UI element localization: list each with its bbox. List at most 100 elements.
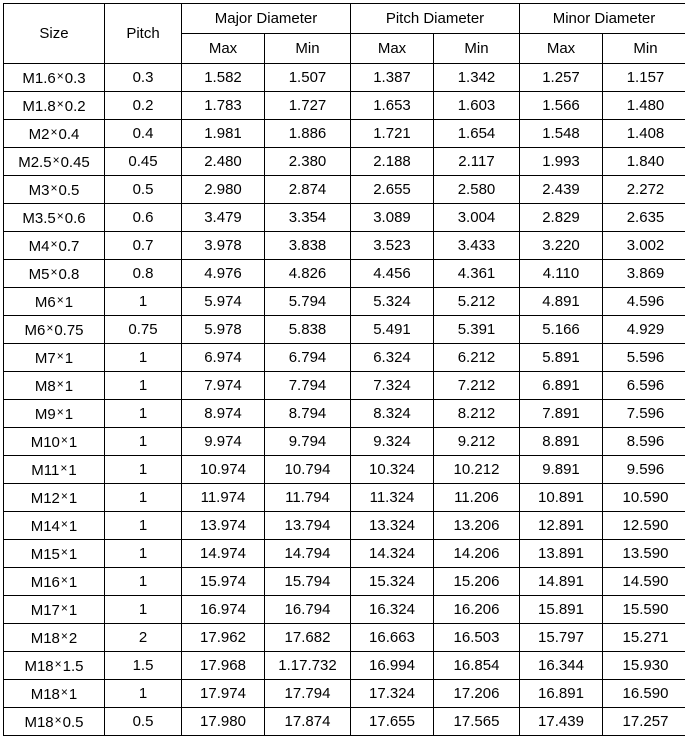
- cell-major-max: 1.981: [182, 120, 265, 148]
- size-pitch-value: 1: [69, 547, 77, 562]
- multiplication-sign-icon: ×: [56, 377, 65, 391]
- cell-minor-min: 10.590: [603, 484, 685, 512]
- cell-major-max: 8.974: [182, 400, 265, 428]
- cell-minor-max: 1.566: [520, 92, 603, 120]
- cell-major-max: 14.974: [182, 540, 265, 568]
- cell-minor-min: 12.590: [603, 512, 685, 540]
- cell-major-min: 5.794: [265, 288, 351, 316]
- header-row-groups: Size Pitch Major Diameter Pitch Diameter…: [4, 4, 685, 34]
- cell-major-min: 6.794: [265, 344, 351, 372]
- cell-minor-max: 3.220: [520, 232, 603, 260]
- cell-major-max: 1.582: [182, 64, 265, 92]
- cell-minor-min: 14.590: [603, 568, 685, 596]
- cell-size: M10×1: [4, 428, 105, 456]
- cell-pitch-min: 6.212: [434, 344, 520, 372]
- column-header-minor-diameter: Minor Diameter: [520, 4, 685, 34]
- cell-minor-min: 3.002: [603, 232, 685, 260]
- table-row: M3×0.50.52.9802.8742.6552.5802.4392.272: [4, 176, 685, 204]
- cell-minor-min: 1.157: [603, 64, 685, 92]
- multiplication-sign-icon: ×: [49, 181, 58, 195]
- cell-minor-min: 6.596: [603, 372, 685, 400]
- cell-minor-min: 8.596: [603, 428, 685, 456]
- cell-pitch: 1.5: [105, 652, 182, 680]
- size-designation: M6: [35, 295, 56, 310]
- cell-major-max: 11.974: [182, 484, 265, 512]
- cell-pitch: 1: [105, 344, 182, 372]
- cell-pitch-max: 1.721: [351, 120, 434, 148]
- table-row: M18×1117.97417.79417.32417.20616.89116.5…: [4, 680, 685, 708]
- cell-size: M17×1: [4, 596, 105, 624]
- table-row: M8×117.9747.7947.3247.2126.8916.596: [4, 372, 685, 400]
- cell-pitch-max: 5.324: [351, 288, 434, 316]
- cell-major-max: 7.974: [182, 372, 265, 400]
- cell-major-min: 9.794: [265, 428, 351, 456]
- size-designation: M18: [24, 659, 53, 674]
- cell-pitch-max: 14.324: [351, 540, 434, 568]
- size-pitch-value: 1: [65, 351, 73, 366]
- cell-minor-min: 15.271: [603, 624, 685, 652]
- table-row: M3.5×0.60.63.4793.3543.0893.0042.8292.63…: [4, 204, 685, 232]
- cell-pitch-max: 17.655: [351, 708, 434, 736]
- multiplication-sign-icon: ×: [49, 125, 58, 139]
- cell-pitch: 0.4: [105, 120, 182, 148]
- cell-pitch: 2: [105, 624, 182, 652]
- size-pitch-value: 0.4: [59, 127, 80, 142]
- cell-pitch: 1: [105, 400, 182, 428]
- size-designation: M1.6: [22, 71, 55, 86]
- cell-pitch-min: 2.117: [434, 148, 520, 176]
- cell-minor-max: 1.993: [520, 148, 603, 176]
- size-designation: M11: [31, 463, 59, 478]
- multiplication-sign-icon: ×: [56, 293, 65, 307]
- cell-minor-min: 17.257: [603, 708, 685, 736]
- cell-size: M12×1: [4, 484, 105, 512]
- cell-major-min: 11.794: [265, 484, 351, 512]
- column-header-pitch-min: Min: [434, 34, 520, 64]
- cell-minor-max: 5.166: [520, 316, 603, 344]
- cell-pitch-max: 16.994: [351, 652, 434, 680]
- cell-size: M6×1: [4, 288, 105, 316]
- cell-pitch-min: 14.206: [434, 540, 520, 568]
- cell-size: M3×0.5: [4, 176, 105, 204]
- cell-pitch-min: 7.212: [434, 372, 520, 400]
- size-pitch-value: 0.75: [54, 323, 83, 338]
- table-row: M1.6×0.30.31.5821.5071.3871.3421.2571.15…: [4, 64, 685, 92]
- multiplication-sign-icon: ×: [60, 433, 69, 447]
- table-row: M18×2217.96217.68216.66316.50315.79715.2…: [4, 624, 685, 652]
- cell-minor-max: 4.110: [520, 260, 603, 288]
- cell-minor-max: 1.257: [520, 64, 603, 92]
- cell-minor-min: 1.480: [603, 92, 685, 120]
- cell-pitch-min: 16.503: [434, 624, 520, 652]
- cell-pitch-min: 5.391: [434, 316, 520, 344]
- cell-pitch-min: 16.854: [434, 652, 520, 680]
- cell-pitch: 1: [105, 568, 182, 596]
- size-designation: M3: [29, 183, 50, 198]
- table-row: M15×1114.97414.79414.32414.20613.89113.5…: [4, 540, 685, 568]
- multiplication-sign-icon: ×: [60, 489, 69, 503]
- multiplication-sign-icon: ×: [59, 461, 68, 475]
- cell-major-max: 2.480: [182, 148, 265, 176]
- multiplication-sign-icon: ×: [60, 629, 69, 643]
- size-designation: M16: [31, 575, 60, 590]
- multiplication-sign-icon: ×: [60, 517, 69, 531]
- cell-size: M18×2: [4, 624, 105, 652]
- cell-major-min: 17.874: [265, 708, 351, 736]
- cell-pitch-max: 4.456: [351, 260, 434, 288]
- cell-major-max: 3.479: [182, 204, 265, 232]
- cell-pitch-max: 17.324: [351, 680, 434, 708]
- cell-pitch: 1: [105, 596, 182, 624]
- cell-minor-min: 16.590: [603, 680, 685, 708]
- cell-minor-max: 10.891: [520, 484, 603, 512]
- cell-major-max: 16.974: [182, 596, 265, 624]
- cell-pitch-min: 17.206: [434, 680, 520, 708]
- cell-minor-min: 15.590: [603, 596, 685, 624]
- cell-minor-min: 3.869: [603, 260, 685, 288]
- size-pitch-value: 1: [69, 491, 77, 506]
- cell-major-max: 17.968: [182, 652, 265, 680]
- cell-pitch: 0.5: [105, 708, 182, 736]
- cell-pitch-max: 2.188: [351, 148, 434, 176]
- cell-major-min: 14.794: [265, 540, 351, 568]
- cell-major-max: 17.980: [182, 708, 265, 736]
- size-pitch-value: 0.3: [65, 71, 86, 86]
- size-pitch-value: 0.7: [59, 239, 80, 254]
- cell-pitch-max: 7.324: [351, 372, 434, 400]
